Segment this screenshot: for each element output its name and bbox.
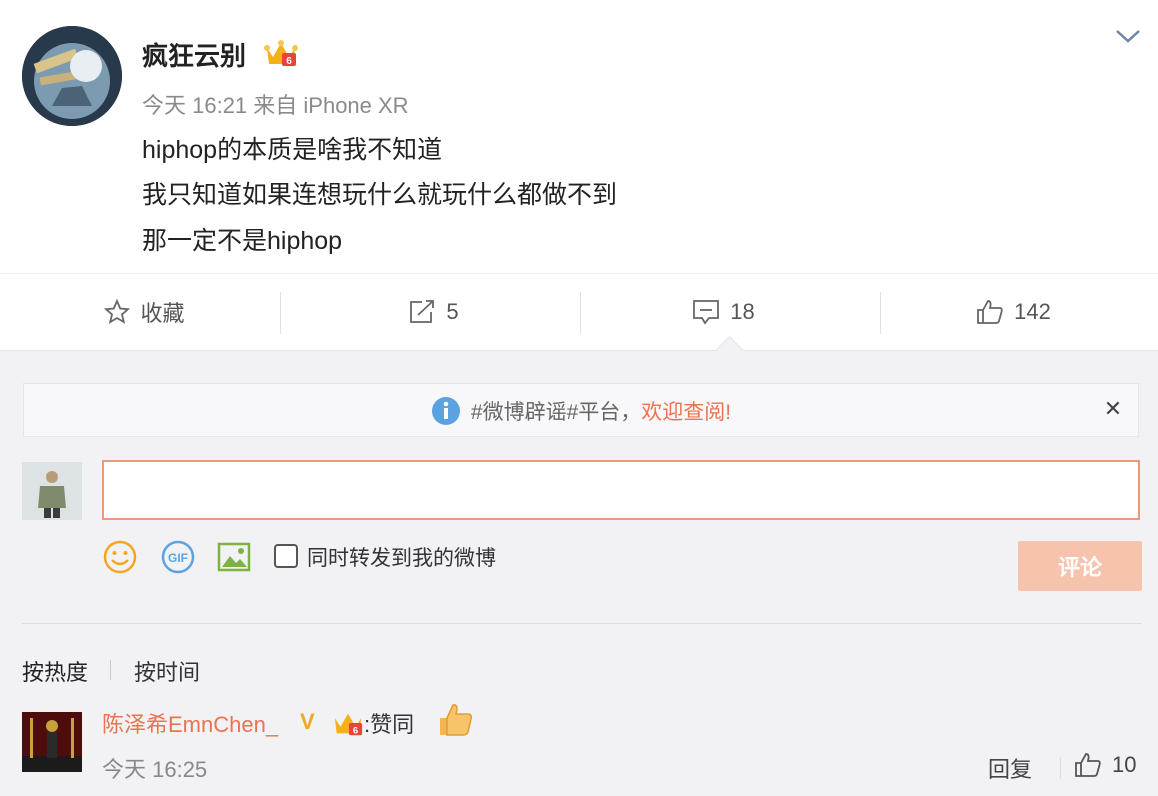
divider [110,660,111,680]
sort-by-hot[interactable]: 按热度 [22,655,88,687]
verified-badge: V [300,709,315,734]
like-icon [977,300,1003,324]
image-icon[interactable] [216,539,252,575]
post-text-line: hiphop的本质是啥我不知道 [142,136,443,164]
comment-input[interactable] [102,460,1140,520]
repost-button[interactable]: 5 [289,274,578,350]
repost-count: 5 [446,299,459,324]
comment-like-button[interactable]: 10 [1074,748,1136,782]
sort-by-time[interactable]: 按时间 [134,655,200,687]
thumbs-up-emoji-icon [440,704,473,736]
post-meta: 今天 16:21 来自 iPhone XR [142,93,409,118]
notice-banner: #微博辟谣#平台， 欢迎查阅! [23,383,1139,437]
post-avatar[interactable] [22,26,122,126]
emoji-icon[interactable] [102,539,138,575]
close-icon[interactable]: ✕ [1100,396,1126,422]
post-actions-bar: 收藏 5 18 142 [0,273,1158,351]
post-card: 疯狂云别 6 今天 16:21 来自 iPhone XR hiphop的本质是啥… [0,0,1158,273]
comment-count: 18 [730,299,755,324]
divider [22,623,1142,624]
comment-button[interactable]: 18 [579,274,868,350]
post-username[interactable]: 疯狂云别 [142,36,246,73]
favorite-button[interactable]: 收藏 [0,274,289,350]
submit-comment-button[interactable]: 评论 [1018,541,1142,591]
comment-text: :赞同 [364,707,414,739]
divider [1060,757,1061,779]
favorite-label: 收藏 [140,301,185,326]
like-icon [1075,753,1101,777]
post-text-line: 我只知道如果连想玩什么就玩什么都做不到 [142,181,618,209]
crown-badge-icon[interactable]: 6 [332,708,364,738]
notice-text: #微博辟谣#平台， [470,401,642,424]
svg-text:6: 6 [286,56,292,67]
like-button[interactable]: 142 [869,274,1158,350]
comment-like-count: 10 [1112,752,1137,777]
post-text-line: 那一定不是hiphop [142,227,343,255]
divider [280,292,281,334]
svg-text:6: 6 [353,724,358,735]
notice-link[interactable]: 欢迎查阅! [641,396,731,426]
reply-button[interactable]: 回复 [988,752,1032,784]
crown-badge-icon[interactable]: 6 [264,38,298,68]
svg-text:GIF: GIF [168,551,188,565]
comment-icon [693,300,720,325]
repost-icon [410,300,435,323]
repost-checkbox[interactable] [274,544,298,568]
like-count: 142 [1014,299,1051,324]
my-avatar [22,462,82,520]
chevron-down-icon[interactable] [1114,26,1142,46]
comment-body: 赞同 [370,712,415,737]
comment-username[interactable]: 陈泽希EmnChen_ [102,707,278,739]
info-icon [431,397,460,425]
repost-checkbox-label[interactable]: 同时转发到我的微博 [307,542,496,572]
gif-icon[interactable]: GIF [160,539,196,575]
comment-avatar[interactable] [22,712,82,772]
comment-time: 今天 16:25 [102,757,208,782]
star-icon [104,299,131,324]
